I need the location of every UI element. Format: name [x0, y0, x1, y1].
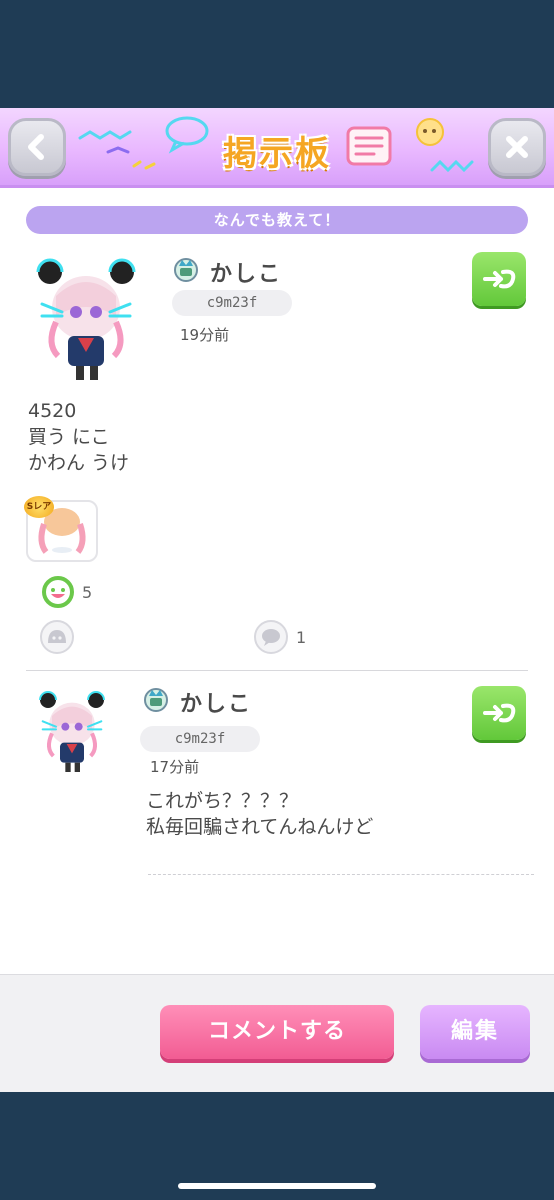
close-button[interactable] [488, 118, 546, 176]
reply-time: 17分前 [150, 758, 200, 776]
arrow-exchange-icon [483, 269, 516, 289]
rarity-badge: Sレア [24, 496, 54, 518]
home-indicator[interactable] [178, 1183, 376, 1189]
post-avatar[interactable] [32, 256, 140, 384]
reply-avatar[interactable] [36, 686, 108, 778]
smile-face-icon [42, 576, 74, 608]
page-title: 掲示板 [223, 134, 331, 174]
post-body-text: 4520 買う にこ かわん うけ [28, 400, 130, 474]
smile-count: 5 [82, 582, 93, 602]
board-content: なんでも教えて！ かしこ c9m23f 19分前 4520 買う にこ かわん … [0, 188, 554, 974]
post-username[interactable]: かしこ [210, 256, 282, 288]
add-reaction-button[interactable] [40, 620, 74, 654]
comment-count: 1 [296, 627, 307, 647]
crown-badge-icon [174, 258, 198, 282]
footer-actions: コメントする 編集 [0, 974, 554, 1092]
close-icon [506, 136, 528, 158]
avatar-character-icon [36, 258, 136, 380]
post-divider [26, 670, 528, 671]
reply-divider [148, 874, 534, 875]
reply-username[interactable]: かしこ [180, 686, 252, 718]
reply-share-button[interactable] [472, 686, 526, 740]
reply-user-id: c9m23f [140, 726, 260, 752]
header-bar: 掲示板 [0, 108, 554, 188]
comment-count-button[interactable]: 1 [254, 620, 306, 654]
item-card[interactable]: Sレア [24, 496, 98, 562]
comment-button[interactable]: コメントする [160, 1005, 394, 1059]
post-time: 19分前 [180, 326, 230, 344]
reply-body-text: これがち？？？？ 私毎回騙されてんねんけど [146, 790, 374, 838]
topic-title-bar: なんでも教えて！ [26, 206, 528, 234]
smile-reaction[interactable]: 5 [42, 576, 92, 608]
face-placeholder-icon [40, 620, 74, 654]
speech-bubble-icon [254, 620, 288, 654]
avatar-character-icon [39, 691, 105, 772]
crown-badge-icon [144, 688, 168, 712]
post-share-button[interactable] [472, 252, 526, 306]
post-user-id: c9m23f [172, 290, 292, 316]
arrow-exchange-icon [483, 703, 516, 723]
edit-button[interactable]: 編集 [420, 1005, 530, 1059]
status-bar-area [0, 0, 554, 108]
